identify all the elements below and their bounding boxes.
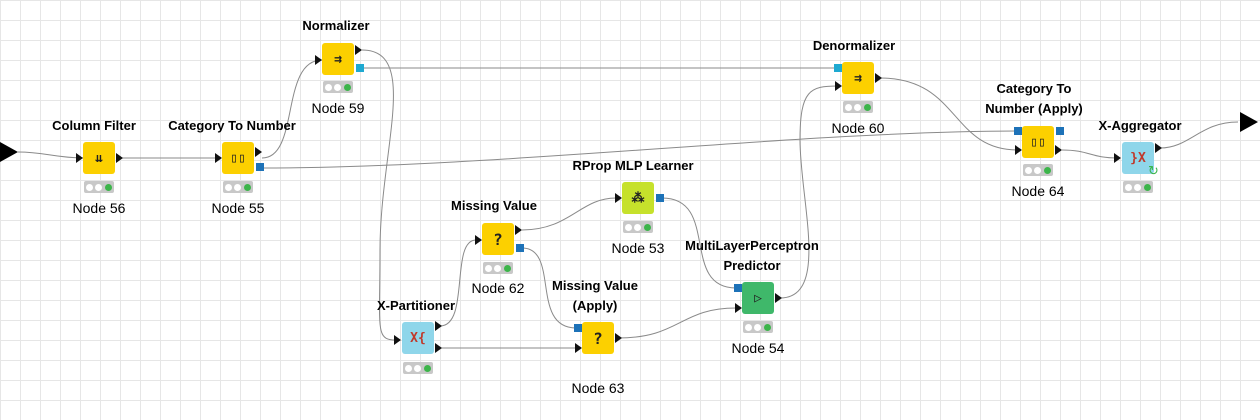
status-indicator: [84, 181, 114, 193]
output-port[interactable]: [515, 225, 522, 235]
connection: [17, 151, 85, 159]
output-port[interactable]: [775, 293, 782, 303]
output-port[interactable]: [116, 153, 123, 163]
input-port[interactable]: [76, 153, 83, 163]
node-icon-box[interactable]: ?: [482, 223, 514, 255]
node-icon-box[interactable]: ⇉: [842, 62, 874, 94]
model-input-port[interactable]: [574, 324, 582, 332]
node-label[interactable]: Node 55: [178, 199, 298, 217]
output-port[interactable]: [1155, 143, 1162, 153]
output-port[interactable]: [1055, 145, 1062, 155]
input-port[interactable]: [615, 193, 622, 203]
input-port[interactable]: [735, 303, 742, 313]
input-port[interactable]: [835, 81, 842, 91]
node-title: Denormalizer: [812, 38, 896, 53]
node-title: Category To Number: [168, 118, 296, 133]
category-to-number-apply-icon: ▯▯: [1030, 134, 1046, 150]
missing-value-apply-icon: ?: [593, 328, 603, 348]
node-icon-box[interactable]: ⇉: [322, 43, 354, 75]
node-label[interactable]: Node 54: [698, 339, 818, 357]
node-icon-box[interactable]: ▷: [742, 282, 774, 314]
input-port[interactable]: [1114, 153, 1121, 163]
node-label[interactable]: Node 59: [278, 99, 398, 117]
node-title: X-Aggregator: [1098, 118, 1182, 133]
workflow-input-port[interactable]: [0, 142, 18, 162]
status-indicator: [483, 262, 513, 274]
node-label[interactable]: Node 56: [39, 199, 159, 217]
output-port[interactable]: [255, 147, 262, 157]
node-title: X-Partitioner: [376, 298, 455, 313]
input-port[interactable]: [475, 235, 482, 245]
normalizer-icon: ⇉: [334, 51, 342, 67]
input-port[interactable]: [575, 343, 582, 353]
model-input-port[interactable]: [734, 284, 742, 292]
x-aggregator-icon: }X: [1130, 150, 1146, 166]
category-to-number-icon: ▯▯: [230, 150, 246, 166]
node-icon-box[interactable]: ⇊: [83, 142, 115, 174]
output-port[interactable]: [875, 73, 882, 83]
model-input-port[interactable]: [834, 64, 842, 72]
input-port[interactable]: [315, 55, 322, 65]
node-label[interactable]: Node 63: [538, 379, 658, 397]
output-port[interactable]: [435, 321, 442, 331]
workflow-output-port[interactable]: [1240, 112, 1258, 132]
node-title: MultiLayerPerceptron: [685, 238, 819, 253]
output-port[interactable]: [615, 333, 622, 343]
network-icon: ⁂: [631, 190, 645, 206]
model-output-port[interactable]: [256, 163, 264, 171]
node-label[interactable]: Node 60: [798, 119, 918, 137]
predictor-icon: ▷: [754, 290, 762, 306]
status-indicator: [223, 181, 253, 193]
input-port[interactable]: [394, 335, 401, 345]
node-label[interactable]: Node 64: [978, 182, 1098, 200]
node-title: Normalizer: [302, 18, 370, 33]
x-partitioner-icon: X{: [410, 330, 426, 346]
input-port[interactable]: [215, 153, 222, 163]
model-output-port[interactable]: [656, 194, 664, 202]
status-indicator: [323, 81, 353, 93]
status-indicator: [403, 362, 433, 374]
model-input-port[interactable]: [1014, 127, 1022, 135]
model-output-port[interactable]: [516, 244, 524, 252]
status-indicator: [623, 221, 653, 233]
node-title: RProp MLP Learner: [572, 158, 694, 173]
node-title-line2: Predictor: [723, 258, 781, 273]
status-indicator: [1123, 181, 1153, 193]
model-output-port[interactable]: [356, 64, 364, 72]
output-port[interactable]: [435, 343, 442, 353]
status-indicator: [743, 321, 773, 333]
node-icon-box[interactable]: ▯▯: [222, 142, 254, 174]
node-title: Category To: [996, 81, 1072, 96]
denormalizer-icon: ⇉: [854, 70, 862, 86]
missing-value-icon: ?: [493, 229, 503, 249]
loop-icon: ↻: [1148, 164, 1159, 179]
status-indicator: [843, 101, 873, 113]
column-filter-icon: ⇊: [95, 150, 103, 166]
node-title: Missing Value: [552, 278, 638, 293]
node-icon-box[interactable]: ?: [582, 322, 614, 354]
workflow-canvas[interactable]: Column Filter ⇊ Node 56 Category To Numb…: [0, 0, 1260, 420]
connection: [1061, 149, 1119, 159]
node-title-line2: (Apply): [572, 298, 618, 313]
node-icon-box[interactable]: ⁂: [622, 182, 654, 214]
output-port[interactable]: [355, 45, 362, 55]
input-port[interactable]: [1015, 145, 1022, 155]
status-indicator: [1023, 164, 1053, 176]
node-icon-box[interactable]: X{: [402, 322, 434, 354]
node-title: Missing Value: [451, 198, 537, 213]
